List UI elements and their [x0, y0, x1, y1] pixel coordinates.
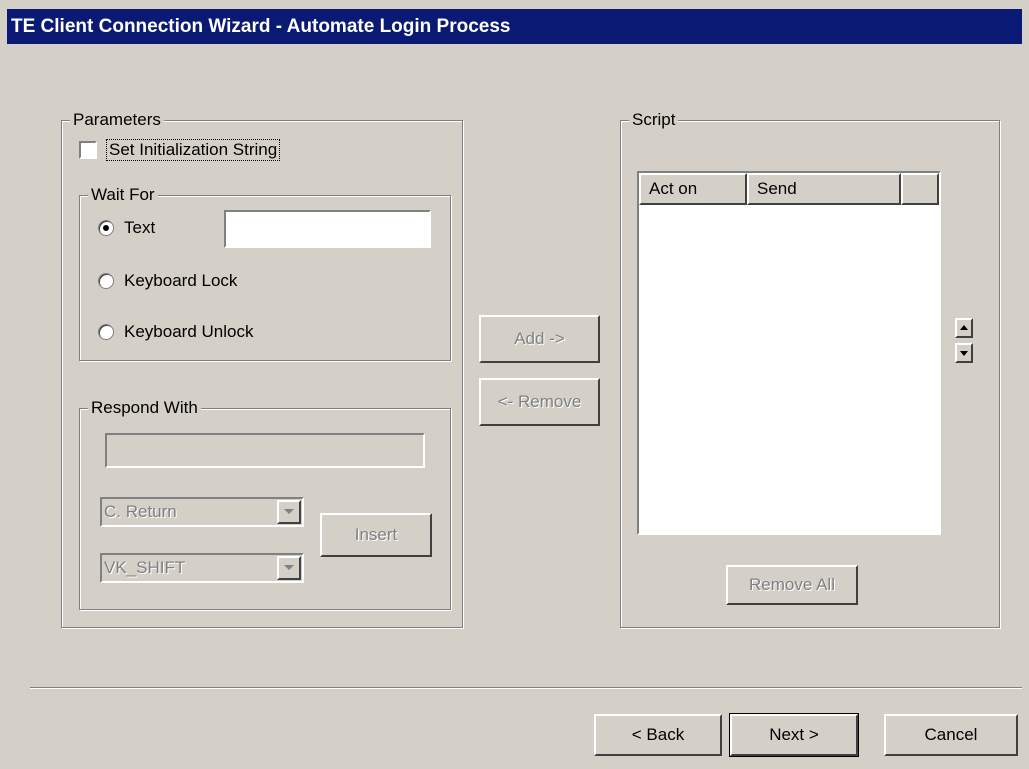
set-init-checkbox[interactable]: [79, 141, 97, 159]
modifier-key-select[interactable]: VK_SHIFT: [100, 553, 304, 583]
set-init-label[interactable]: Set Initialization String: [105, 139, 281, 161]
column-header-act-on[interactable]: Act on: [639, 173, 747, 205]
insert-button[interactable]: Insert: [320, 513, 432, 557]
return-key-value: C. Return: [104, 502, 177, 521]
respond-with-legend: Respond With: [88, 398, 201, 418]
wizard-window: TE Client Connection Wizard - Automate L…: [0, 0, 1029, 769]
dropdown-arrow-icon[interactable]: [277, 500, 301, 524]
script-list-header: Act on Send: [639, 173, 939, 205]
wait-keyboard-lock-radio[interactable]: [98, 273, 114, 289]
wait-for-legend: Wait For: [88, 185, 158, 205]
chevron-down-icon: [284, 509, 294, 514]
footer-separator: [30, 687, 1022, 689]
wait-text-label[interactable]: Text: [124, 218, 155, 238]
wait-keyboard-unlock-label[interactable]: Keyboard Unlock: [124, 322, 253, 342]
script-group: Script Act on Send Remove All: [620, 110, 1000, 628]
arrow-up-icon: [960, 325, 968, 330]
wait-text-input[interactable]: [224, 210, 431, 248]
respond-with-group: Respond With C. Return VK_SHIFT Insert: [79, 398, 451, 610]
dropdown-arrow-icon[interactable]: [277, 556, 301, 580]
script-list[interactable]: Act on Send: [637, 171, 941, 535]
cancel-button[interactable]: Cancel: [884, 714, 1018, 756]
move-up-button[interactable]: [955, 318, 973, 338]
parameters-legend: Parameters: [70, 110, 164, 130]
parameters-group: Parameters Set Initialization String Wai…: [61, 110, 463, 628]
wait-keyboard-unlock-radio[interactable]: [98, 324, 114, 340]
radio-selected-dot: [103, 225, 109, 231]
modifier-key-value: VK_SHIFT: [104, 558, 186, 577]
move-down-button[interactable]: [955, 343, 973, 363]
remove-all-button[interactable]: Remove All: [726, 565, 858, 605]
back-button[interactable]: < Back: [594, 714, 722, 756]
return-key-select[interactable]: C. Return: [100, 497, 304, 527]
wait-for-group: Wait For Text Keyboard Lock Keyboard Unl…: [79, 185, 451, 361]
window-title: TE Client Connection Wizard - Automate L…: [7, 9, 1022, 44]
wait-text-radio[interactable]: [98, 220, 114, 236]
wait-keyboard-lock-label[interactable]: Keyboard Lock: [124, 271, 237, 291]
respond-with-input[interactable]: [105, 433, 425, 468]
remove-button[interactable]: <- Remove: [479, 378, 600, 426]
add-button[interactable]: Add ->: [479, 315, 600, 363]
column-header-empty: [901, 173, 939, 205]
column-header-send[interactable]: Send: [747, 173, 901, 205]
arrow-down-icon: [960, 351, 968, 356]
chevron-down-icon: [284, 565, 294, 570]
script-legend: Script: [629, 110, 679, 130]
next-button[interactable]: Next >: [729, 713, 859, 757]
